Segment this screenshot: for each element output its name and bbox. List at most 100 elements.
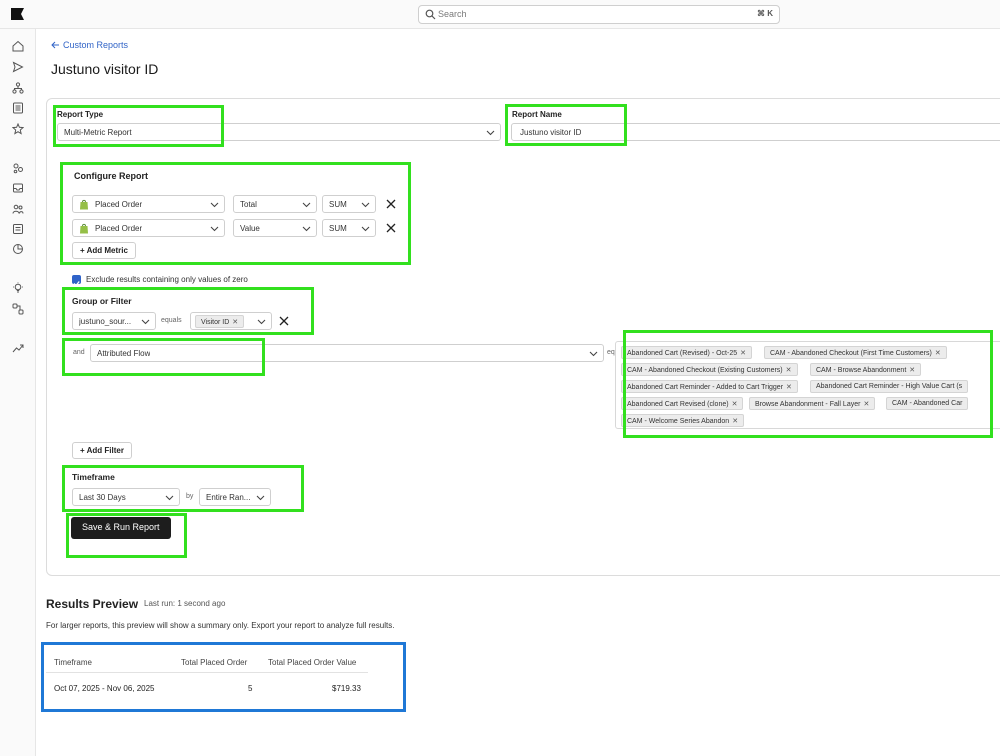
klaviyo-logo-icon[interactable] xyxy=(11,8,24,20)
page-title: Justuno visitor ID xyxy=(51,61,159,77)
timeframe-range-select[interactable]: Entire Ran... xyxy=(199,488,271,506)
measure-select-1[interactable]: Total xyxy=(233,195,317,213)
measure-value-2: Value xyxy=(240,224,260,233)
chevron-down-icon xyxy=(361,202,370,208)
add-filter-button[interactable]: + Add Filter xyxy=(72,442,132,459)
filter-value-chip: Abandoned Cart (Revised) - Oct-25 ✕ xyxy=(621,346,752,359)
group-value-chip: Visitor ID ✕ xyxy=(195,315,245,328)
column-header-total-placed-order-value: Total Placed Order Value xyxy=(268,658,357,667)
filter-value-text: CAM - Browse Abandonment xyxy=(816,367,907,374)
back-link-label: Custom Reports xyxy=(63,40,129,50)
filter-field-select[interactable]: Attributed Flow xyxy=(90,344,604,362)
report-type-value: Multi-Metric Report xyxy=(64,128,132,137)
list-icon[interactable] xyxy=(12,102,24,114)
group-value-select[interactable]: Visitor ID ✕ xyxy=(190,312,272,330)
group-by-value: justuno_sour... xyxy=(79,317,132,326)
column-header-timeframe: Timeframe xyxy=(54,658,92,667)
star-icon[interactable] xyxy=(12,123,24,135)
chip-remove-icon[interactable]: ✕ xyxy=(732,418,738,425)
chevron-down-icon xyxy=(257,319,266,325)
results-note: For larger reports, this preview will sh… xyxy=(46,621,395,630)
timeframe-select[interactable]: Last 30 Days xyxy=(72,488,180,506)
filter-value-chip: CAM - Abandoned Car xyxy=(886,397,969,410)
cell-total-placed-order-value: $719.33 xyxy=(332,684,361,693)
filter-value-text: Abandoned Cart (Revised) - Oct-25 xyxy=(627,350,738,357)
aggregation-select-1[interactable]: SUM xyxy=(322,195,376,213)
exclude-zero-label: Exclude results containing only values o… xyxy=(86,275,248,284)
metric-value-2: Placed Order xyxy=(95,224,143,233)
chevron-down-icon xyxy=(486,130,495,136)
timeframe-range-value: Entire Ran... xyxy=(206,493,251,502)
forms-icon[interactable] xyxy=(12,223,24,235)
filter-value-chip: CAM - Welcome Series Abandon ✕ xyxy=(621,414,745,427)
back-link[interactable]: Custom Reports xyxy=(51,40,128,50)
analytics-icon[interactable] xyxy=(12,243,24,255)
last-run-text: Last run: 1 second ago xyxy=(144,599,226,608)
chip-remove-icon[interactable]: ✕ xyxy=(935,350,941,357)
chip-remove-icon[interactable]: ✕ xyxy=(786,384,792,391)
send-icon[interactable] xyxy=(12,61,24,73)
search-placeholder: Search xyxy=(438,9,467,19)
remove-metric-2-close-icon[interactable] xyxy=(386,223,396,233)
top-bar: Search ⌘ K xyxy=(0,0,1000,29)
cell-total-placed-order: 5 xyxy=(248,684,253,693)
integrations-icon[interactable] xyxy=(12,303,24,315)
chevron-down-icon xyxy=(210,202,219,208)
cell-timeframe: Oct 07, 2025 - Nov 06, 2025 xyxy=(54,684,155,693)
metric-select-1[interactable]: Placed Order xyxy=(72,195,225,213)
filter-value-text: CAM - Abandoned Checkout (Existing Custo… xyxy=(627,367,783,374)
home-icon[interactable] xyxy=(12,40,24,52)
metric-select-2[interactable]: Placed Order xyxy=(72,219,225,237)
report-config-card: Report Type Multi-Metric Report Report N… xyxy=(46,98,1000,576)
bulb-icon[interactable] xyxy=(12,282,24,294)
group-value-text: Visitor ID xyxy=(201,319,230,326)
chip-remove-icon[interactable]: ✕ xyxy=(232,319,238,326)
timeframe-title: Timeframe xyxy=(72,472,115,482)
add-metric-button[interactable]: + Add Metric xyxy=(72,242,136,259)
search-shortcut: ⌘ K xyxy=(757,9,773,18)
column-header-total-placed-order: Total Placed Order xyxy=(181,658,248,667)
exclude-zero-checkbox[interactable] xyxy=(72,275,81,287)
chip-remove-icon[interactable]: ✕ xyxy=(786,367,792,374)
shopify-icon xyxy=(80,223,88,234)
table-divider xyxy=(46,672,368,673)
people-icon[interactable] xyxy=(12,203,24,215)
sidebar xyxy=(0,29,36,756)
search-input[interactable]: Search ⌘ K xyxy=(418,5,780,24)
chip-remove-icon[interactable]: ✕ xyxy=(740,350,746,357)
remove-group-close-icon[interactable] xyxy=(279,316,289,326)
filter-value-text: Browse Abandonment - Fall Layer xyxy=(755,401,861,408)
and-label: and xyxy=(73,349,85,356)
filter-value-chip: Abandoned Cart Reminder - High Value Car… xyxy=(810,380,969,393)
audience-icon[interactable] xyxy=(12,162,24,174)
report-name-input[interactable]: Justuno visitor ID xyxy=(511,123,1000,141)
aggregation-select-2[interactable]: SUM xyxy=(322,219,376,237)
save-run-report-button[interactable]: Save & Run Report xyxy=(71,517,171,539)
chip-remove-icon[interactable]: ✕ xyxy=(732,401,738,408)
filter-value-text: CAM - Welcome Series Abandon xyxy=(627,418,730,425)
filter-value-text: CAM - Abandoned Car xyxy=(892,400,963,407)
group-equals-label: equals xyxy=(161,317,182,324)
report-type-select[interactable]: Multi-Metric Report xyxy=(57,123,501,141)
metric-value-1: Placed Order xyxy=(95,200,143,209)
checkmark-icon xyxy=(73,281,80,287)
timeframe-by-label: by xyxy=(186,493,194,500)
measure-select-2[interactable]: Value xyxy=(233,219,317,237)
chip-remove-icon[interactable]: ✕ xyxy=(863,401,869,408)
group-by-select[interactable]: justuno_sour... xyxy=(72,312,156,330)
report-name-value: Justuno visitor ID xyxy=(520,128,582,137)
chevron-down-icon xyxy=(302,226,311,232)
report-type-label: Report Type xyxy=(57,110,104,119)
filter-value-chip: CAM - Abandoned Checkout (Existing Custo… xyxy=(621,363,798,376)
flow-icon[interactable] xyxy=(12,82,24,94)
aggregation-value-2: SUM xyxy=(329,224,347,233)
filter-values-field[interactable]: Abandoned Cart (Revised) - Oct-25 ✕ CAM -… xyxy=(615,341,1000,429)
aggregation-value-1: SUM xyxy=(329,200,347,209)
main-content: Custom Reports Justuno visitor ID Report… xyxy=(36,29,1000,756)
chip-remove-icon[interactable]: ✕ xyxy=(909,367,915,374)
remove-metric-1-close-icon[interactable] xyxy=(386,199,396,209)
inbox-icon[interactable] xyxy=(12,182,24,194)
search-icon xyxy=(425,9,436,20)
chevron-down-icon xyxy=(302,202,311,208)
trend-icon[interactable] xyxy=(12,342,24,354)
